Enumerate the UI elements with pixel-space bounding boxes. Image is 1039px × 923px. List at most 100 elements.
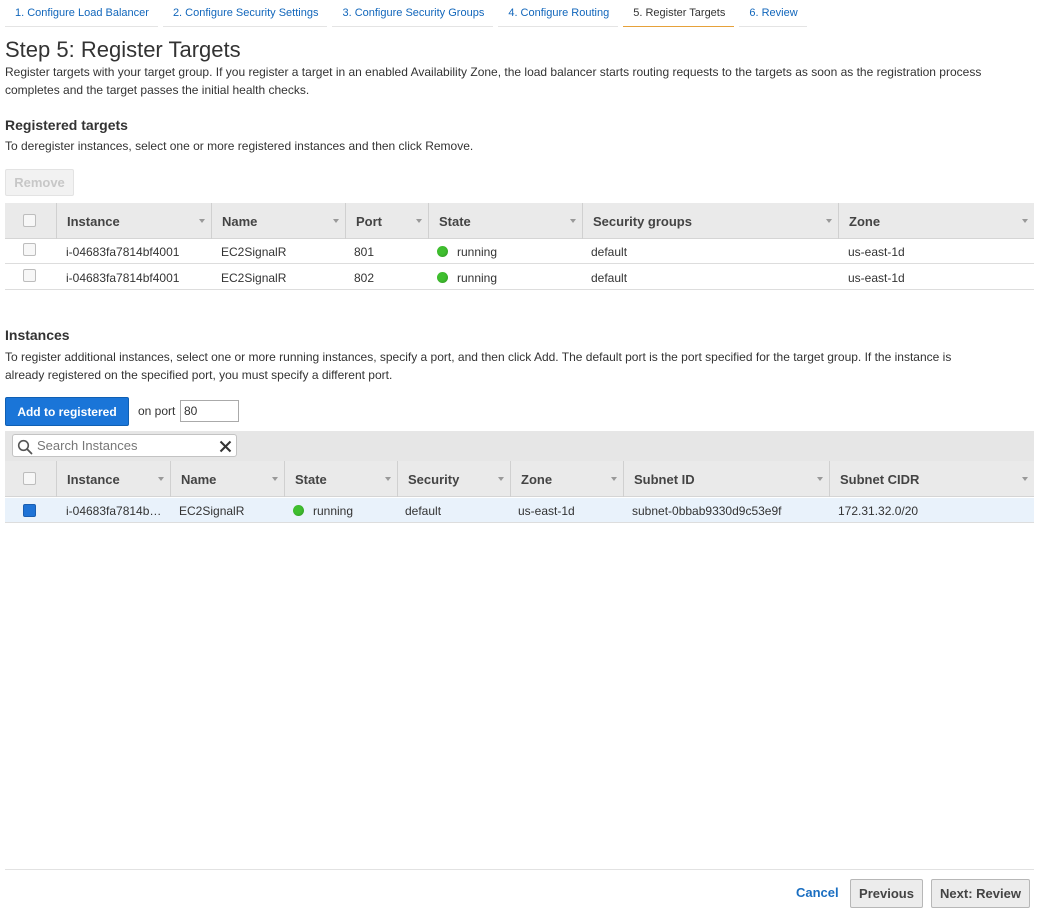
tab-register-targets[interactable]: 5. Register Targets: [623, 0, 735, 27]
column-security[interactable]: Security: [397, 461, 510, 497]
instances-hint-line2: already registered on the specified port…: [5, 368, 393, 382]
select-all-column: [5, 203, 56, 239]
row-checkbox[interactable]: [23, 243, 36, 256]
cell-port: 802: [354, 270, 375, 285]
sort-caret-icon: [272, 477, 278, 481]
sort-caret-icon: [416, 219, 422, 223]
cell-zone: us-east-1d: [848, 270, 905, 285]
instances-hint-line1: To register additional instances, select…: [5, 350, 952, 364]
column-label: Security groups: [593, 213, 692, 229]
instances-heading: Instances: [5, 327, 70, 343]
column-zone[interactable]: Zone: [510, 461, 623, 497]
registered-table-header: Instance Name Port State Security groups…: [5, 203, 1034, 239]
sort-caret-icon: [385, 477, 391, 481]
tab-configure-routing[interactable]: 4. Configure Routing: [498, 0, 619, 27]
registered-targets-table: Instance Name Port State Security groups…: [5, 203, 1034, 291]
state-label: running: [457, 244, 498, 259]
sort-caret-icon: [1022, 219, 1028, 223]
sort-caret-icon: [817, 477, 823, 481]
cell-subnet-cidr: 172.31.32.0/20: [838, 503, 919, 518]
column-label: Name: [181, 471, 217, 487]
cell-subnet-id: subnet-0bbab9330d9c53e9f: [632, 503, 782, 518]
search-icon: [17, 439, 33, 455]
column-label: Instance: [67, 471, 120, 487]
cell-state: running: [283, 498, 396, 523]
cancel-button[interactable]: Cancel: [796, 885, 839, 900]
cell-instance: i-04683fa7814bf4001: [66, 244, 180, 259]
column-label: Zone: [521, 471, 553, 487]
cell-name: EC2SignalR: [221, 244, 287, 259]
column-state[interactable]: State: [428, 203, 582, 239]
cell-name: EC2SignalR: [179, 503, 245, 518]
running-status-icon: [437, 272, 448, 283]
state-label: running: [313, 503, 354, 518]
sort-caret-icon: [158, 477, 164, 481]
next-review-button[interactable]: Next: Review: [931, 879, 1030, 908]
column-port[interactable]: Port: [345, 203, 428, 239]
tab-configure-load-balancer[interactable]: 1. Configure Load Balancer: [5, 0, 158, 27]
column-label: Subnet ID: [634, 471, 695, 487]
registered-targets-hint: To deregister instances, select one or m…: [5, 139, 474, 153]
column-label: State: [439, 213, 471, 229]
page-description-line2: completes and the target passes the init…: [5, 83, 310, 97]
row-checkbox[interactable]: [23, 269, 36, 282]
sort-caret-icon: [1022, 477, 1028, 481]
on-port-label: on port: [138, 404, 176, 418]
cell-security: default: [405, 503, 442, 518]
column-instance[interactable]: Instance: [56, 203, 211, 239]
table-row[interactable]: i-04683fa7814bf4001 EC2SignalR 802 runni…: [5, 265, 1034, 290]
cell-name: EC2SignalR: [221, 270, 287, 285]
column-label: Name: [222, 213, 258, 229]
add-to-registered-button[interactable]: Add to registered: [5, 397, 129, 426]
cell-state: running: [427, 265, 581, 290]
column-name[interactable]: Name: [211, 203, 345, 239]
cell-instance: i-04683fa7814bf4001: [66, 270, 180, 285]
sort-caret-icon: [333, 219, 339, 223]
column-name[interactable]: Name: [170, 461, 284, 497]
sort-caret-icon: [498, 477, 504, 481]
state-label: running: [457, 270, 498, 285]
select-all-checkbox[interactable]: [23, 214, 36, 227]
instances-table-header: Instance Name State Security Zone Subnet…: [5, 461, 1034, 497]
search-input[interactable]: [35, 437, 215, 454]
cell-zone: us-east-1d: [518, 503, 575, 518]
footer-divider: [5, 869, 1034, 870]
column-state[interactable]: State: [284, 461, 397, 497]
column-subnet-cidr[interactable]: Subnet CIDR: [829, 461, 1034, 497]
clear-search-icon[interactable]: [219, 440, 232, 453]
previous-button[interactable]: Previous: [850, 879, 923, 908]
column-label: Zone: [849, 213, 881, 229]
sort-caret-icon: [826, 219, 832, 223]
registered-targets-heading: Registered targets: [5, 117, 128, 133]
port-input[interactable]: [180, 400, 239, 422]
column-label: Security: [408, 471, 460, 487]
column-label: State: [295, 471, 327, 487]
tab-configure-security-settings[interactable]: 2. Configure Security Settings: [162, 0, 328, 27]
column-subnet-id[interactable]: Subnet ID: [623, 461, 829, 497]
sort-caret-icon: [570, 219, 576, 223]
search-box[interactable]: [12, 434, 237, 457]
column-instance[interactable]: Instance: [56, 461, 170, 497]
select-all-column: [5, 461, 56, 497]
sort-caret-icon: [611, 477, 617, 481]
page-description-line1: Register targets with your target group.…: [5, 65, 982, 79]
instances-table: Instance Name State Security Zone Subnet…: [5, 461, 1034, 524]
cell-instance: i-04683fa7814b…: [66, 503, 162, 518]
select-all-checkbox[interactable]: [23, 472, 36, 485]
tab-configure-security-groups[interactable]: 3. Configure Security Groups: [332, 0, 494, 27]
running-status-icon: [437, 246, 448, 257]
tab-review[interactable]: 6. Review: [739, 0, 807, 27]
cell-security-groups: default: [591, 244, 628, 259]
cell-state: running: [427, 239, 581, 264]
row-checkbox[interactable]: [23, 504, 36, 517]
column-zone[interactable]: Zone: [838, 203, 1034, 239]
cell-port: 801: [354, 244, 375, 259]
search-toolbar: [5, 431, 1034, 461]
remove-button[interactable]: Remove: [5, 169, 74, 196]
column-label: Port: [356, 213, 382, 229]
table-row[interactable]: i-04683fa7814bf4001 EC2SignalR 801 runni…: [5, 239, 1034, 264]
cell-zone: us-east-1d: [848, 244, 905, 259]
wizard-steps: 1. Configure Load Balancer 2. Configure …: [5, 0, 812, 27]
table-row[interactable]: i-04683fa7814b… EC2SignalR running defau…: [5, 498, 1034, 523]
column-security-groups[interactable]: Security groups: [582, 203, 838, 239]
